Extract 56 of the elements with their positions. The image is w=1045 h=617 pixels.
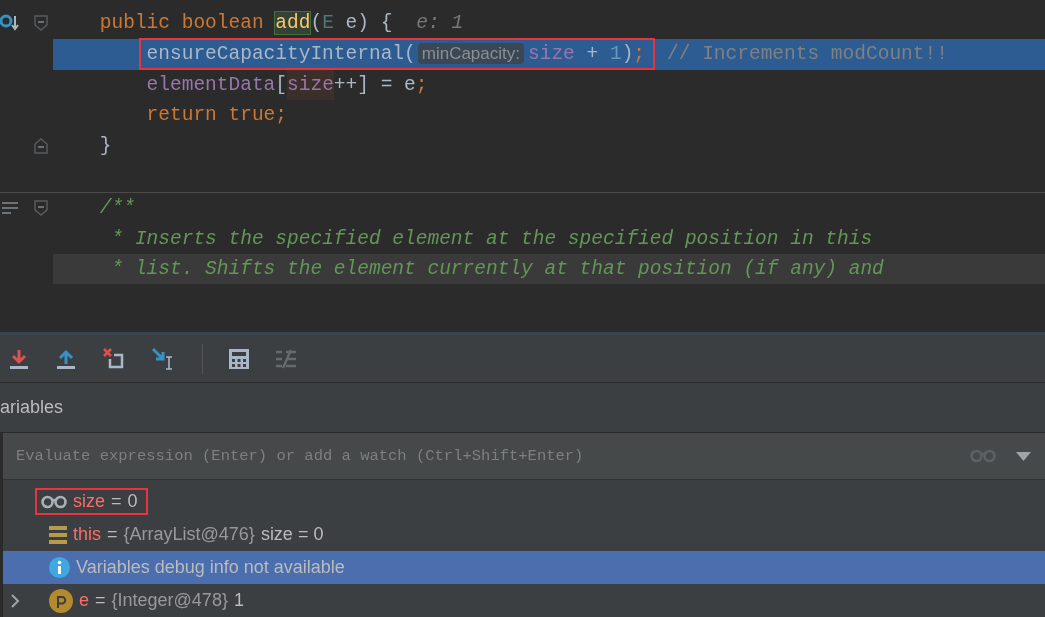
parameter-p-icon bbox=[49, 588, 73, 613]
expression-input[interactable]: Evaluate expression (Enter) or add a watch (Ctrl+Shift+Enter) bbox=[14, 446, 970, 467]
code-comment: // Increments modCount!! bbox=[667, 43, 948, 66]
code-token: ; bbox=[415, 73, 428, 96]
fold-icon[interactable] bbox=[34, 15, 48, 32]
code-token: } bbox=[99, 134, 112, 157]
code-comment: * list. Shifts the element currently at that position (if any) and bbox=[111, 258, 884, 281]
lines-icon[interactable] bbox=[2, 202, 18, 214]
code-token: e) { bbox=[344, 12, 393, 35]
step-out-icon[interactable] bbox=[55, 347, 77, 370]
code-token: [ bbox=[275, 73, 288, 96]
fold-icon[interactable] bbox=[34, 137, 48, 154]
code-token: add bbox=[275, 12, 311, 35]
variable-summary: 1 bbox=[233, 590, 244, 611]
code-token: return true; bbox=[146, 104, 288, 127]
code-token: + bbox=[585, 43, 600, 66]
code-token: ) bbox=[621, 43, 634, 66]
code-token: public boolean bbox=[99, 12, 265, 35]
drop-frame-icon[interactable] bbox=[102, 346, 126, 371]
info-icon bbox=[49, 557, 70, 578]
code-token: ++] = e bbox=[333, 73, 416, 96]
step-into-icon[interactable] bbox=[8, 347, 30, 370]
code-token: E bbox=[322, 12, 334, 35]
code-token: size bbox=[287, 69, 334, 100]
variable-value: 0 bbox=[127, 491, 138, 512]
code-token: size bbox=[528, 43, 575, 66]
expand-chevron-icon[interactable] bbox=[11, 593, 20, 608]
variable-value: {ArrayList@476} bbox=[123, 524, 255, 545]
code-token: ensureCapacityInternal( bbox=[146, 43, 416, 66]
watch-glasses-icon bbox=[41, 494, 67, 509]
variable-row[interactable]: size = 0 bbox=[3, 485, 1045, 518]
equals-sign: = bbox=[95, 590, 106, 611]
code-token: ; bbox=[633, 43, 646, 66]
dropdown-caret-icon[interactable] bbox=[1016, 451, 1031, 461]
calculator-icon[interactable] bbox=[228, 347, 250, 370]
field-stack-icon bbox=[49, 525, 67, 544]
equals-sign: = bbox=[107, 524, 118, 545]
expression-field[interactable]: Evaluate expression (Enter) or add a watch (Ctrl+Shift+Enter) bbox=[3, 433, 1045, 480]
equals-sign: = bbox=[111, 491, 122, 512]
panel-title: ariables bbox=[0, 397, 64, 419]
code-token: elementData bbox=[146, 73, 276, 96]
inline-value-hint: e: 1 bbox=[416, 12, 464, 35]
variable-name: this bbox=[73, 524, 101, 545]
fold-icon[interactable] bbox=[34, 200, 48, 216]
variable-row[interactable]: e = {Integer@478} 1 bbox=[3, 584, 1045, 617]
variable-summary: size = 0 bbox=[260, 524, 324, 545]
code-token: 1 bbox=[609, 43, 622, 66]
variable-row[interactable]: this = {ArrayList@476} size = 0 bbox=[3, 518, 1045, 551]
variable-name: size bbox=[73, 491, 105, 512]
parameter-hint: minCapacity: bbox=[417, 43, 524, 65]
code-token: ( bbox=[310, 12, 323, 35]
variable-value: {Integer@478} bbox=[111, 590, 228, 611]
info-message: Variables debug info not available bbox=[76, 557, 345, 578]
code-comment: /** bbox=[99, 197, 135, 219]
code-comment: * Inserts the specified element at the specified position in this bbox=[111, 227, 873, 250]
variable-name: e bbox=[79, 590, 89, 611]
